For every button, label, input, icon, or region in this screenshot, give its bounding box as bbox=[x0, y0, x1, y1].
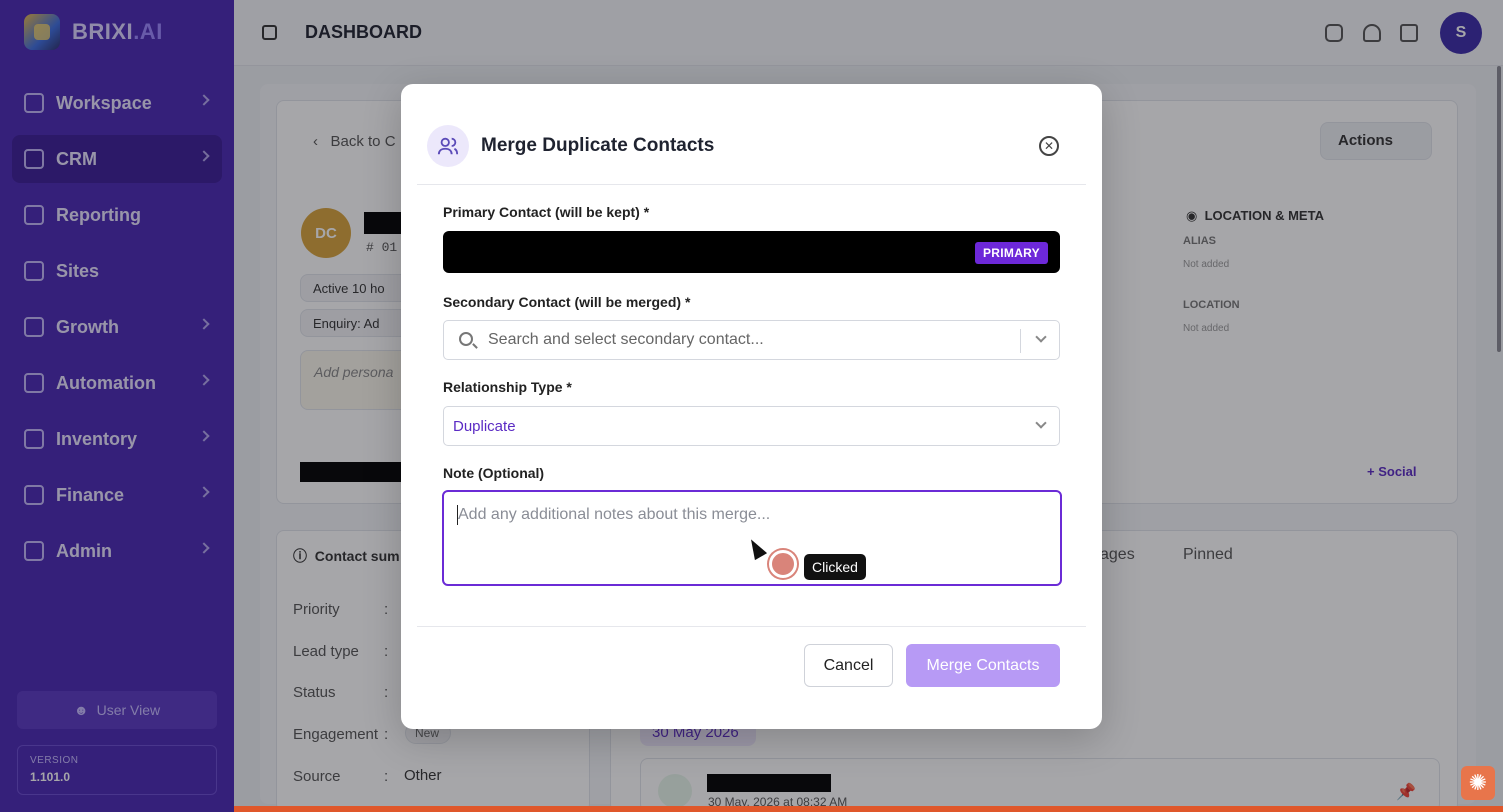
relationship-type-label: Relationship Type * bbox=[443, 379, 572, 395]
note-label: Note (Optional) bbox=[443, 465, 545, 481]
modal-title: Merge Duplicate Contacts bbox=[481, 135, 715, 156]
relationship-type-select[interactable]: Duplicate bbox=[443, 406, 1060, 446]
bottom-accent-bar bbox=[234, 806, 1503, 812]
help-widget-button[interactable]: ✺ bbox=[1461, 766, 1495, 800]
sparkle-icon: ✺ bbox=[1468, 770, 1488, 795]
secondary-contact-label: Secondary Contact (will be merged) * bbox=[443, 294, 691, 310]
click-tooltip: Clicked bbox=[804, 554, 866, 580]
close-icon[interactable]: ✕ bbox=[1039, 136, 1059, 156]
chevron-down-icon bbox=[1035, 417, 1047, 429]
scrollbar[interactable] bbox=[1497, 66, 1501, 352]
primary-contact-label: Primary Contact (will be kept) * bbox=[443, 204, 650, 220]
primary-badge: PRIMARY bbox=[975, 242, 1048, 264]
search-icon bbox=[459, 332, 473, 346]
primary-contact-field: PRIMARY bbox=[443, 231, 1060, 273]
users-icon bbox=[427, 125, 469, 167]
modal-footer-divider bbox=[417, 626, 1086, 627]
click-indicator bbox=[769, 550, 797, 578]
merge-contacts-modal: Merge Duplicate Contacts ✕ Primary Conta… bbox=[401, 84, 1102, 729]
cancel-button[interactable]: Cancel bbox=[804, 644, 893, 687]
secondary-contact-select[interactable]: Search and select secondary contact... bbox=[443, 320, 1060, 360]
chevron-down-icon[interactable] bbox=[1035, 331, 1047, 343]
merge-contacts-button[interactable]: Merge Contacts bbox=[906, 644, 1060, 687]
